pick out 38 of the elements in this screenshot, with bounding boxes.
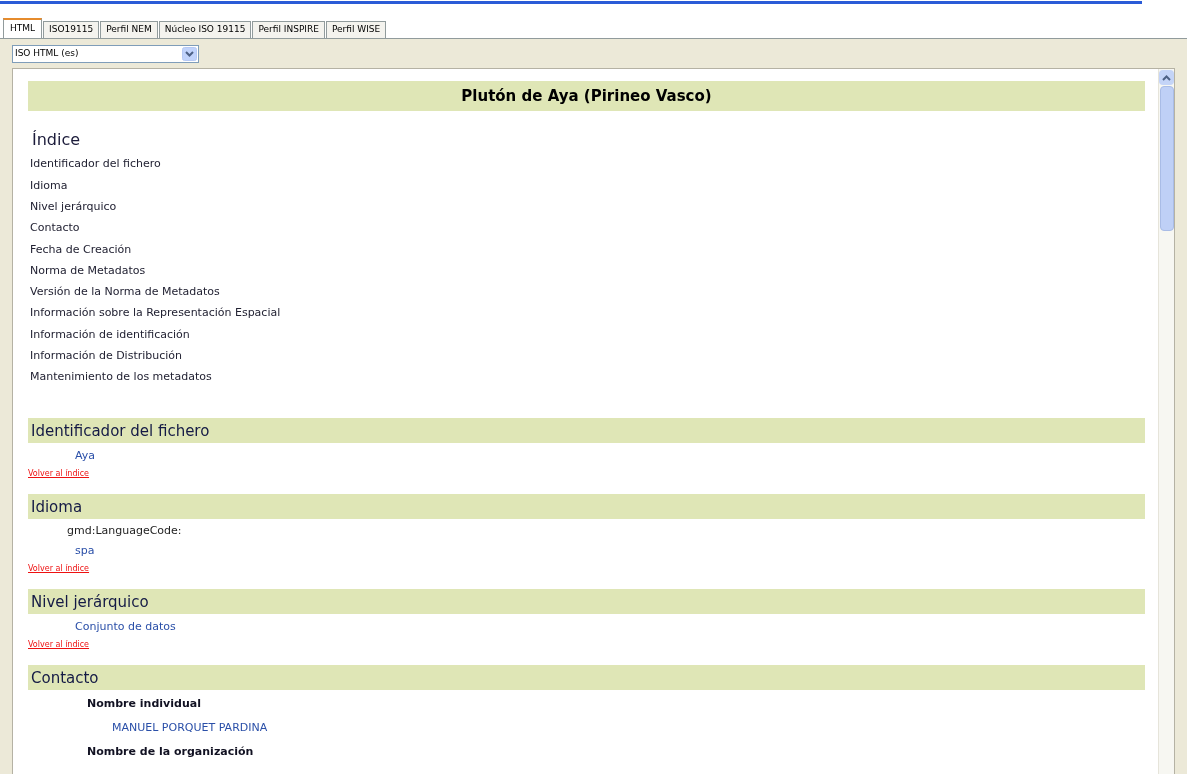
index-link[interactable]: Contacto — [30, 220, 80, 237]
tab[interactable]: Perfil WISE — [325, 21, 387, 38]
back-to-index-link[interactable]: Volver al índice — [28, 563, 90, 576]
index-link[interactable]: Norma de Metadatos — [30, 262, 146, 280]
tab[interactable]: HTML — [3, 18, 43, 38]
dropdown-value: ISO HTML (es) — [15, 47, 79, 61]
field-label: gmd:LanguageCode: — [67, 522, 182, 539]
section-heading: Nivel jerárquico — [31, 591, 149, 613]
index-link[interactable]: Información de Distribución — [30, 348, 183, 365]
index-link[interactable]: Información de identificación — [30, 326, 190, 344]
format-dropdown[interactable]: ISO HTML (es) — [12, 45, 199, 63]
field-value: Conjunto de datos — [75, 618, 176, 635]
field-label: Nombre de la organización — [87, 744, 254, 760]
tab[interactable]: Perfil INSPIRE — [252, 21, 325, 38]
index-link[interactable]: Nivel jerárquico — [30, 199, 117, 216]
back-to-index-link[interactable]: Volver al índice — [28, 468, 90, 481]
field-value: spa — [75, 542, 95, 559]
index-link[interactable]: Versión de la Norma de Metadatos — [30, 284, 220, 301]
index-link[interactable]: Identificador del fichero — [30, 156, 161, 173]
field-label: Nombre individual — [87, 696, 201, 712]
section-heading: Idioma — [31, 496, 83, 518]
document-title: Plutón de Aya (Pirineo Vasco) — [461, 85, 712, 107]
scrollbar[interactable] — [1158, 69, 1174, 774]
index-heading: Índice — [31, 129, 82, 151]
tab[interactable]: ISO19115 — [43, 21, 100, 38]
index-link[interactable]: Idioma — [30, 177, 68, 195]
section-heading: Identificador del fichero — [31, 420, 210, 442]
tab[interactable]: Perfil NEM — [100, 21, 158, 38]
scroll-up-icon — [1162, 74, 1171, 81]
index-link[interactable]: Fecha de Creación — [30, 241, 132, 259]
index-link[interactable]: Mantenimiento de los metadatos — [30, 369, 212, 386]
field-value: Aya — [75, 447, 96, 464]
back-to-index-link[interactable]: Volver al índice — [28, 639, 90, 652]
scroll-thumb[interactable] — [1159, 86, 1174, 231]
section-heading: Contacto — [31, 667, 99, 689]
field-value: MANUEL PORQUET PARDINA — [112, 720, 268, 736]
index-link[interactable]: Información sobre la Representación Espacial — [30, 305, 281, 322]
tab[interactable]: Núcleo ISO 19115 — [158, 21, 252, 38]
